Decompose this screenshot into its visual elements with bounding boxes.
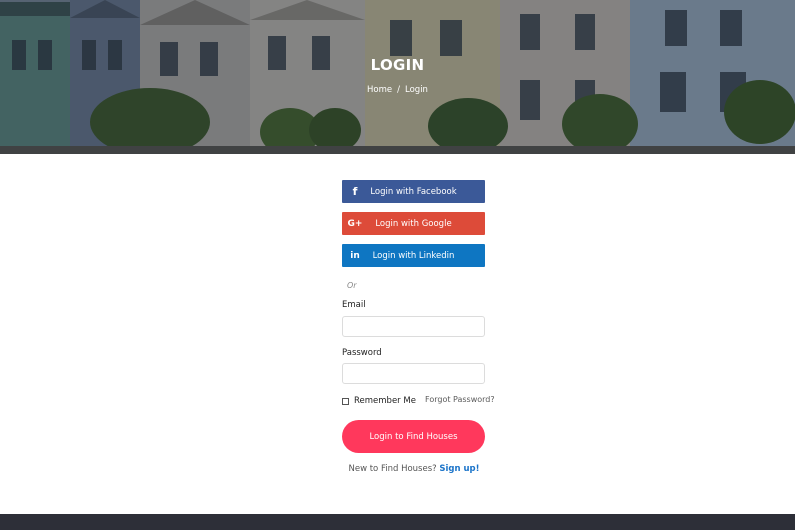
facebook-icon: f <box>352 185 358 198</box>
hero-banner: LOGIN Home / Login <box>0 0 795 154</box>
remember-me-checkbox[interactable] <box>342 397 349 405</box>
login-facebook-button[interactable]: f Login with Facebook <box>342 180 485 203</box>
breadcrumb-home-link[interactable]: Home <box>367 85 392 95</box>
breadcrumb-current: Login <box>405 85 428 95</box>
login-google-label: Login with Google <box>375 218 452 229</box>
breadcrumb: Home / Login <box>0 85 795 95</box>
hero-overlay <box>0 0 795 154</box>
remember-me-label: Remember Me <box>354 396 416 406</box>
password-field[interactable] <box>342 363 485 384</box>
login-google-button[interactable]: G+ Login with Google <box>342 212 485 235</box>
login-submit-button[interactable]: Login to Find Houses <box>342 420 485 453</box>
signup-link[interactable]: Sign up! <box>439 464 479 474</box>
login-linkedin-label: Login with Linkedin <box>372 250 455 261</box>
password-label: Password <box>342 348 382 358</box>
breadcrumb-separator: / <box>397 85 401 95</box>
page-title: LOGIN <box>370 56 425 74</box>
email-field[interactable] <box>342 316 485 337</box>
email-label: Email <box>342 300 366 310</box>
remember-me: Remember Me <box>342 396 416 406</box>
linkedin-icon: in <box>350 250 360 261</box>
login-linkedin-button[interactable]: in Login with Linkedin <box>342 244 485 267</box>
forgot-password-link[interactable]: Forgot Password? <box>425 395 495 404</box>
google-plus-icon: G+ <box>347 218 363 229</box>
login-facebook-label: Login with Facebook <box>370 186 457 197</box>
footer-bar <box>0 514 795 530</box>
or-divider: Or <box>347 281 357 290</box>
signup-prompt: New to Find Houses? Sign up! <box>0 464 795 474</box>
signup-prompt-text: New to Find Houses? <box>348 464 437 474</box>
